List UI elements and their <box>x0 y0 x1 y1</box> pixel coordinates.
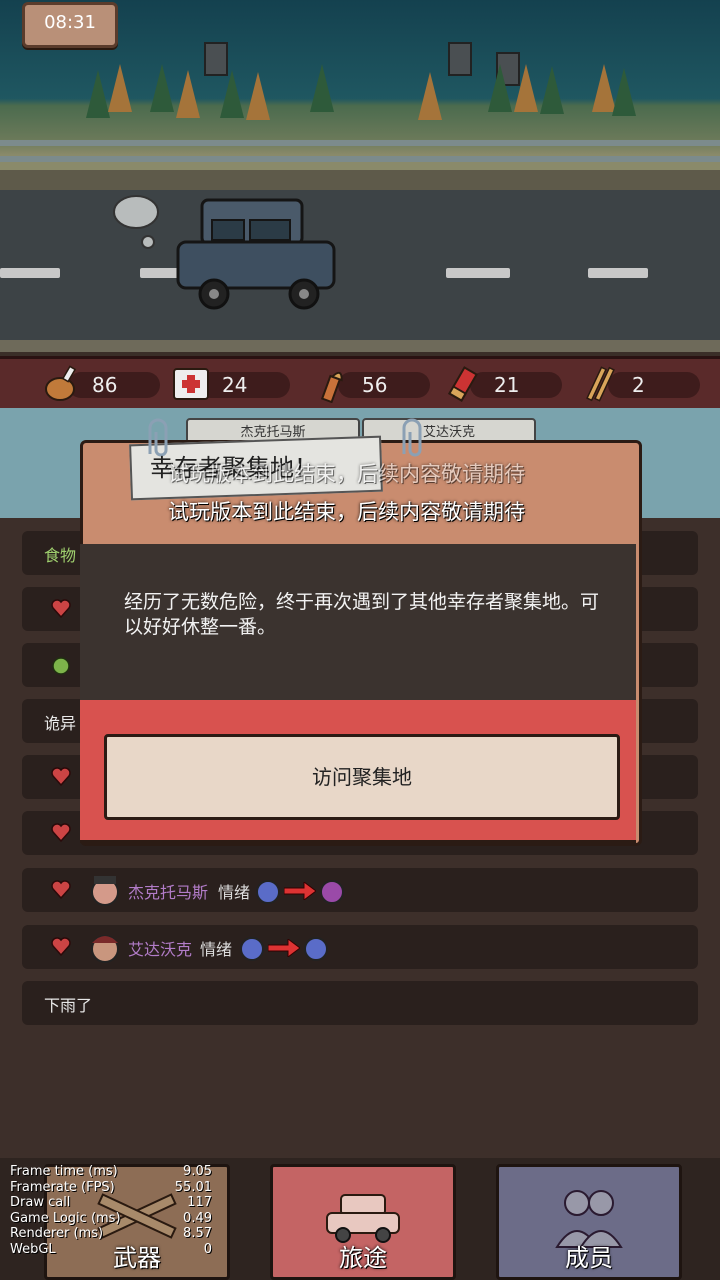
bullet-icon <box>320 371 343 403</box>
log-row-rain: 下雨了 <box>22 981 698 1025</box>
debug-row: WebGL 0 <box>6 1242 214 1258</box>
nav-journey-label: 旅途 <box>339 1244 387 1272</box>
tree <box>150 64 174 112</box>
ada-name: 艾达沃克 <box>128 940 193 959</box>
road-edge <box>0 340 720 352</box>
meat-icon <box>45 365 77 401</box>
debug-value: 55.01 <box>174 1179 212 1195</box>
tree <box>310 64 334 112</box>
arrow-right-icon <box>284 882 316 900</box>
debug-value: 8.57 <box>183 1226 212 1241</box>
tree <box>540 66 564 114</box>
resource-shell: 21 <box>444 365 564 403</box>
medkit-count: 24 <box>222 373 248 397</box>
debug-value: 117 <box>187 1195 212 1210</box>
medkit-icon <box>173 368 209 400</box>
game-clock: 08:31 <box>22 2 118 48</box>
lane-marking <box>588 268 648 278</box>
sad-face-icon <box>240 937 264 961</box>
paperclip-icon <box>402 418 422 457</box>
debug-row: Renderer (ms) 8.57 <box>6 1226 214 1242</box>
lane-marking <box>0 268 60 278</box>
sad-face-icon <box>256 880 280 904</box>
exhaust-smoke-icon <box>113 195 159 249</box>
jack-avatar <box>91 876 119 906</box>
tree <box>176 70 200 118</box>
resource-bullet: 56 <box>312 365 432 403</box>
food-count: 86 <box>92 373 118 397</box>
car-icon <box>326 1194 400 1243</box>
shotgun-shell-icon <box>448 366 478 402</box>
debug-key: WebGL <box>10 1241 56 1257</box>
debug-row: Frame time (ms) 9.05 <box>6 1164 214 1180</box>
angry-face-icon <box>320 880 344 904</box>
log-rain-label: 下雨了 <box>44 996 93 1015</box>
mood-label: 情绪 <box>218 883 251 902</box>
debug-row: Framerate (FPS) 55.01 <box>6 1180 214 1196</box>
car-icon <box>176 198 336 310</box>
dialog-message: 经历了无数危险，终于再次遇到了其他幸存者聚集地。可以好好休整一番。 <box>124 591 600 638</box>
sad-face-icon <box>304 937 328 961</box>
debug-key: Game Logic (ms) <box>10 1210 121 1226</box>
rifle-ammo-icon <box>586 366 615 402</box>
nav-members-label: 成员 <box>565 1244 613 1272</box>
resource-medkit: 24 <box>172 365 292 403</box>
tree <box>108 64 132 112</box>
shell-count: 21 <box>494 373 520 397</box>
bullet-count: 56 <box>362 373 388 397</box>
jack-name: 杰克托马斯 <box>128 883 209 902</box>
tree <box>514 64 538 112</box>
broken-heart-icon <box>51 767 71 787</box>
tree <box>220 70 244 118</box>
trial-notice: 试玩版本到此结束，后续内容敬请期待 <box>168 500 525 524</box>
log-row-ada-mood: 艾达沃克 情绪 <box>22 925 698 969</box>
broken-heart-icon <box>51 823 71 843</box>
log-weird-label: 诡异 <box>44 714 77 733</box>
guard-rail <box>0 140 720 146</box>
broken-heart-icon <box>51 599 71 619</box>
nav-journey-button[interactable]: 旅途 <box>270 1164 456 1280</box>
log-row-jack-mood: 杰克托马斯 情绪 <box>22 868 698 912</box>
tree <box>246 72 270 120</box>
debug-stats: Frame time (ms) 9.05 Framerate (FPS) 55.01… <box>6 1164 214 1257</box>
nav-members-button[interactable]: 成员 <box>496 1164 682 1280</box>
pear-icon <box>52 657 70 675</box>
resource-bar: 86 24 56 21 2 <box>0 356 720 412</box>
ada-avatar <box>91 935 119 963</box>
broken-heart-icon <box>51 937 71 957</box>
debug-row: Draw call 117 <box>6 1195 214 1211</box>
resource-rifle-ammo: 2 <box>582 365 702 403</box>
tree <box>86 70 110 118</box>
mood-label: 情绪 <box>200 940 233 959</box>
debug-value: 0.49 <box>183 1210 212 1226</box>
guard-rail <box>0 156 720 162</box>
visit-settlement-button[interactable]: 访问聚集地 <box>104 734 620 820</box>
broken-heart-icon <box>51 880 71 900</box>
tree <box>418 72 442 120</box>
debug-key: Renderer (ms) <box>10 1226 104 1241</box>
debug-key: Draw call <box>10 1195 71 1210</box>
debug-value: 9.05 <box>183 1164 212 1179</box>
debug-row: Game Logic (ms) 0.49 <box>6 1211 214 1227</box>
tree <box>488 64 512 112</box>
debug-key: Frame time (ms) <box>10 1164 118 1179</box>
debug-value: 0 <box>203 1241 212 1257</box>
tree <box>612 68 636 116</box>
building <box>448 42 472 76</box>
game-scene: 08:31 <box>0 0 720 352</box>
rifle-ammo-count: 2 <box>632 373 645 397</box>
arrow-right-icon <box>268 939 300 957</box>
road-shoulder <box>0 170 720 192</box>
debug-key: Framerate (FPS) <box>10 1179 115 1195</box>
visit-settlement-label: 访问聚集地 <box>312 765 412 789</box>
resource-food: 86 <box>42 365 162 403</box>
log-food-label: 食物 <box>44 546 77 565</box>
lane-marking <box>446 268 510 278</box>
trial-notice-shadow: 试玩版本到此结束，后续内容敬请期待 <box>168 462 525 486</box>
